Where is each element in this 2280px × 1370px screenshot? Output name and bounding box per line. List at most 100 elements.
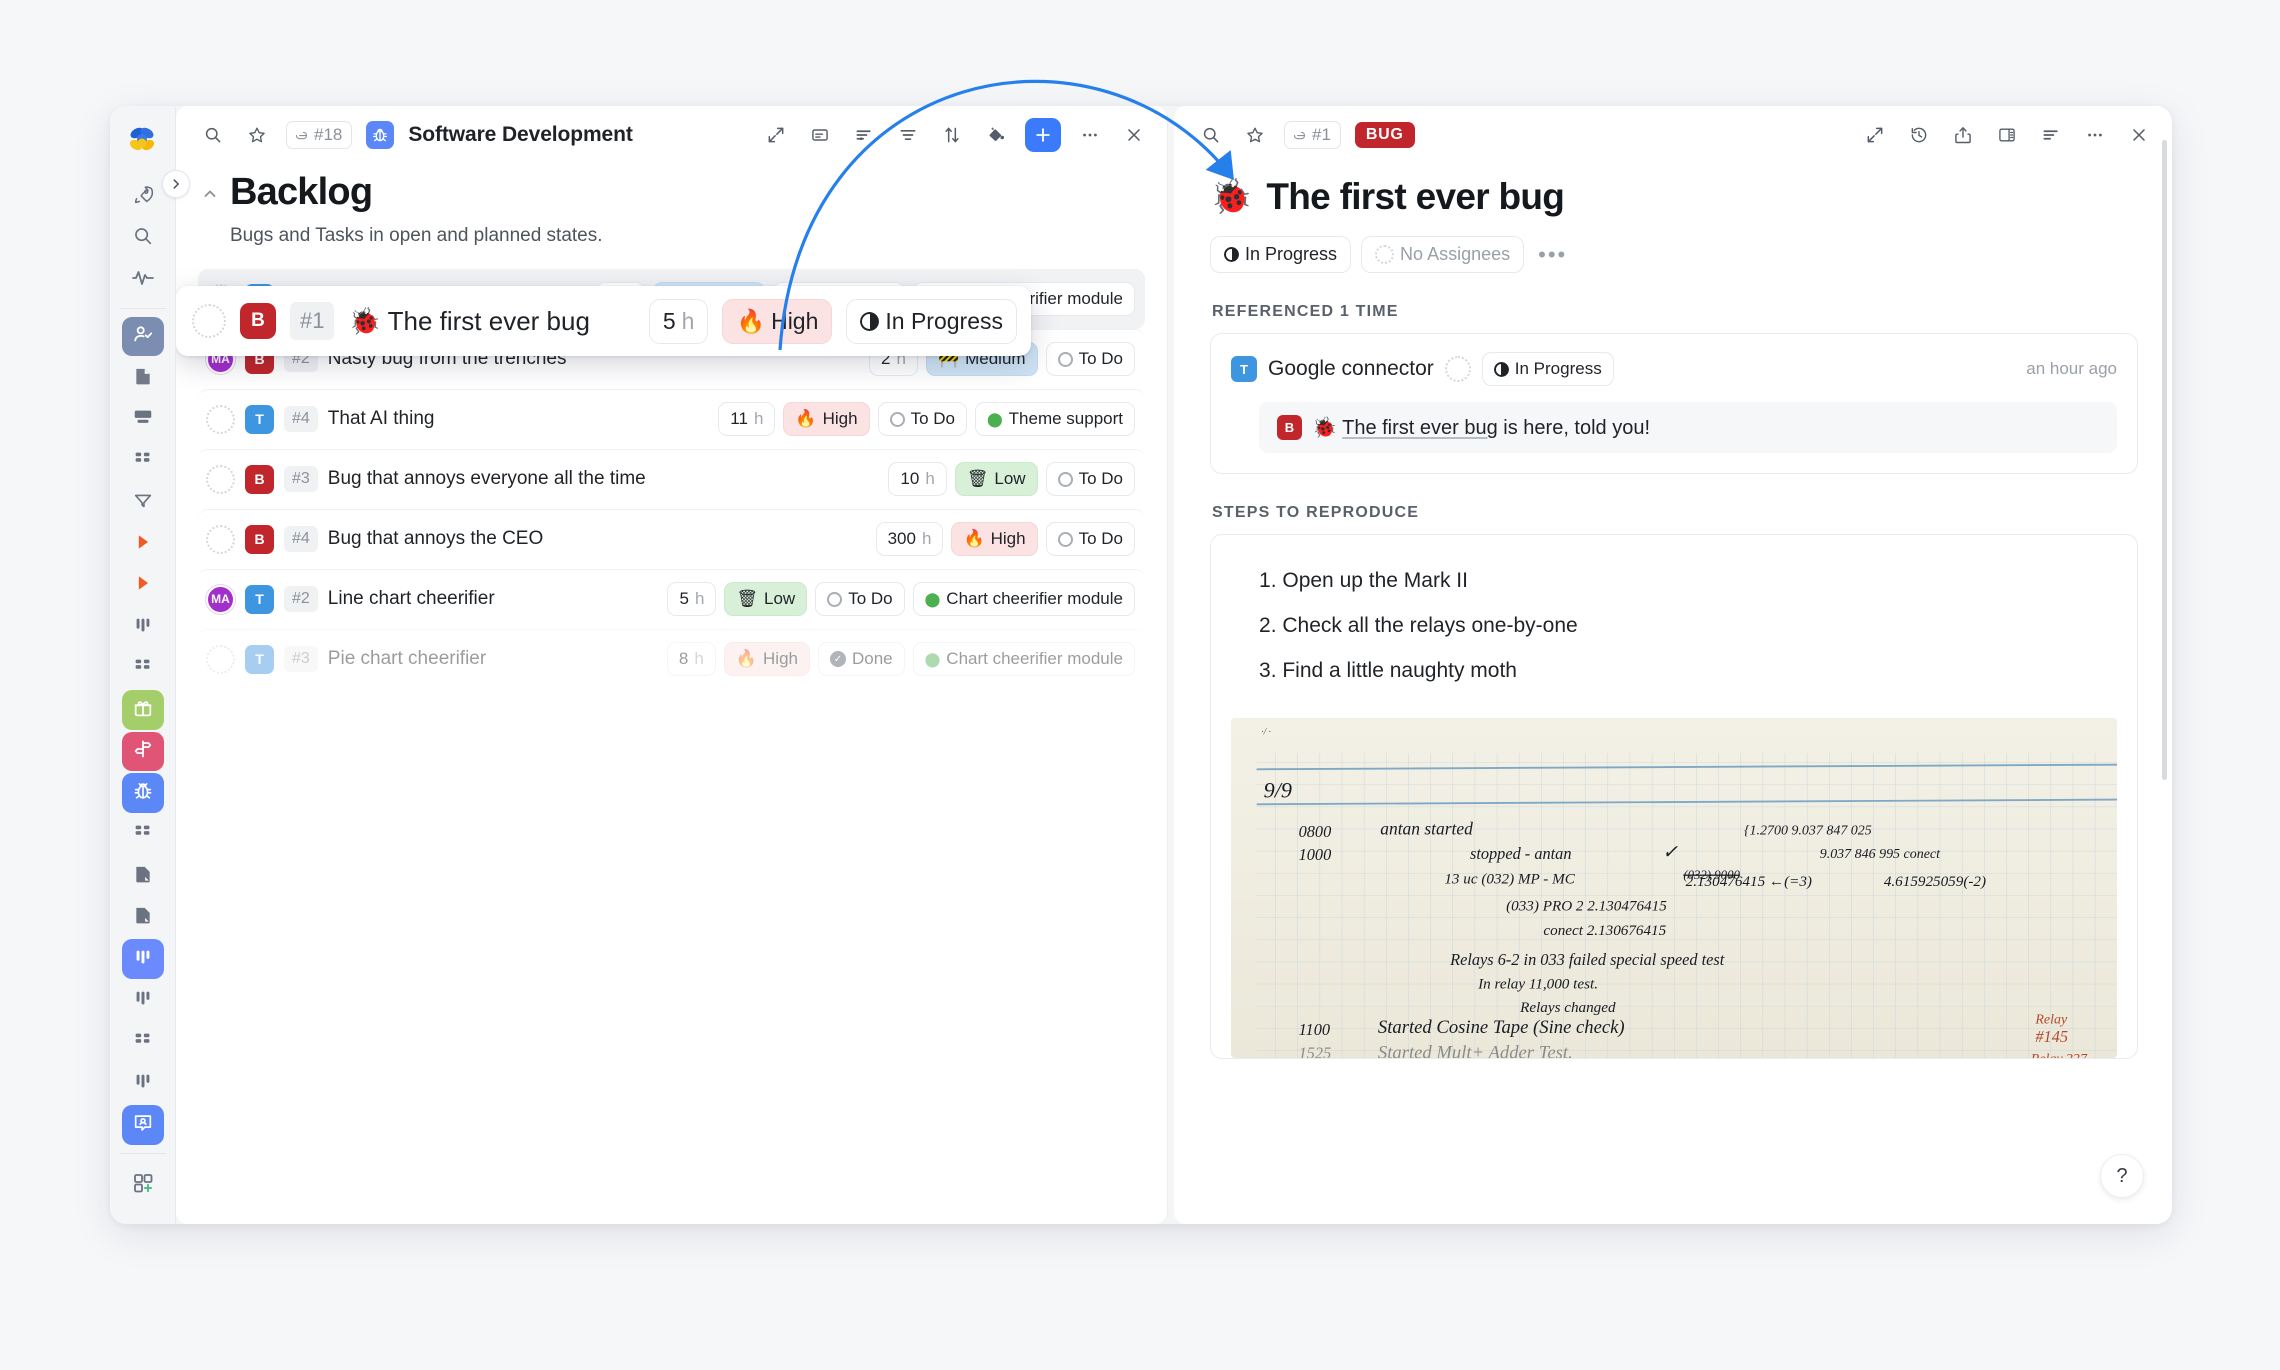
rail-item-rocket[interactable] [122,177,164,217]
project-bug-icon[interactable] [366,121,395,149]
rail-item-grid-3[interactable] [122,815,164,855]
priority-pill[interactable]: 🗑 Low [954,462,1038,497]
issue-title[interactable]: Bug that annoys everyone all the time [328,468,646,490]
rail-item-activity[interactable] [122,260,164,300]
description-icon[interactable] [805,120,835,150]
state-pill[interactable]: In Progress [1210,236,1352,273]
rail-item-gift[interactable] [121,690,164,730]
dragged-issue-card[interactable]: B #1 🐞 The first ever bug 5 h 🔥 High In … [176,286,1031,356]
rail-item-hr[interactable] [121,316,164,357]
expand-icon[interactable] [761,120,791,150]
expand-icon[interactable] [1860,120,1890,150]
issue-title[interactable]: Bug that annoys the CEO [328,528,543,550]
help-button[interactable]: ? [2100,1154,2144,1198]
close-icon[interactable] [2124,120,2154,150]
table-row[interactable]: B #4 Bug that annoys the CEO 300 h 🔥 High … [198,508,1145,569]
issue-title[interactable]: That AI thing [328,408,435,430]
chevron-up-icon[interactable] [202,170,218,206]
estimation-pill[interactable]: 300 h [875,522,944,557]
huly-logo[interactable] [121,120,165,161]
reference-name[interactable]: Google connector [1268,357,1434,381]
priority-pill[interactable]: 🔥 High [783,402,870,437]
rail-item-tracker[interactable] [121,773,164,813]
rail-item-columns-4[interactable] [122,1064,164,1104]
table-row[interactable]: MA T #2 Line chart cheerifier 5h 🗑 Low To… [198,568,1145,629]
avatar-empty[interactable] [206,524,235,554]
rail-item-inbox[interactable] [122,400,164,440]
state-pill[interactable]: To Do [1045,522,1135,557]
rail-item-columns-3[interactable] [122,981,164,1021]
search-icon[interactable] [198,120,228,150]
rail-item-grid-2[interactable] [122,649,164,689]
assignee-pill[interactable]: No Assignees [1361,236,1525,273]
more-icon[interactable]: ••• [1534,242,1571,268]
detail-scrollbar[interactable] [2162,140,2167,780]
more-icon[interactable] [1075,120,1105,150]
rail-item-contacts[interactable] [121,1105,164,1145]
component-pill[interactable]: ⬤ Chart cheerifier module [912,642,1135,677]
table-row[interactable]: B #3 Bug that annoys everyone all the ti… [198,448,1145,509]
issue-title[interactable]: Line chart cheerifier [328,588,495,610]
avatar[interactable]: MA [206,584,235,614]
reference-state-pill[interactable]: In Progress [1481,352,1614,386]
rail-item-doc-3[interactable] [122,898,164,938]
priority-pill[interactable]: 🔥 High [951,522,1038,557]
rail-item-search[interactable] [122,219,164,259]
more-icon[interactable] [2080,120,2110,150]
reference-quote[interactable]: B 🐞 The first ever bug is here, told you… [1259,402,2117,453]
table-row[interactable]: T #4 That AI thing 11 h 🔥 High To Do ⬤ Them… [198,388,1145,449]
avatar-empty[interactable] [1444,356,1471,382]
status-badge[interactable]: BUG [1354,122,1415,148]
rail-item-columns-selected[interactable] [121,939,164,979]
state-pill[interactable]: ✓ Done [817,642,905,677]
priority-pill[interactable]: 🔥 High [722,298,833,344]
avatar-empty[interactable] [206,404,235,434]
filter-icon[interactable] [893,120,923,150]
add-issue-button[interactable] [1025,118,1061,152]
rail-item-add-apps[interactable] [122,1164,164,1206]
estimation-pill[interactable]: 5h [667,582,717,617]
close-icon[interactable] [1119,120,1149,150]
reference-chip[interactable]: #18 [286,121,353,149]
grouping-icon[interactable] [849,120,879,150]
state-pill[interactable]: To Do [1045,342,1135,377]
estimation-pill[interactable]: 10 h [888,462,947,497]
star-icon[interactable] [242,120,272,150]
sidebar-icon[interactable] [1992,120,2022,150]
rail-item-grid-4[interactable] [122,1022,164,1062]
avatar-empty[interactable] [192,304,226,338]
state-pill[interactable]: In Progress [846,298,1017,344]
issue-title[interactable]: Pie chart cheerifier [328,648,486,670]
search-icon[interactable] [1196,120,1226,150]
table-row[interactable]: T #3 Pie chart cheerifier 8h 🔥 High ✓ Done… [198,628,1145,689]
avatar-empty[interactable] [206,644,235,674]
rail-item-doc-2[interactable] [122,856,164,896]
star-icon[interactable] [1240,120,1270,150]
rail-item-play-2[interactable] [122,566,164,606]
rail-item-grid[interactable] [122,441,164,481]
paint-icon[interactable] [981,120,1011,150]
component-pill[interactable]: ⬤ Theme support [974,402,1135,437]
estimation-pill[interactable]: 5 h [648,298,709,344]
reference-chip[interactable]: #1 [1284,121,1341,149]
avatar-empty[interactable] [206,464,235,494]
description-icon[interactable] [2036,120,2066,150]
chevron-right-icon[interactable] [162,170,190,198]
share-icon[interactable] [1948,120,1978,150]
estimation-pill[interactable]: 8h [666,642,716,677]
rail-item-documents[interactable] [122,358,164,398]
state-pill[interactable]: To Do [815,582,905,617]
state-pill[interactable]: To Do [1045,462,1135,497]
rail-item-funnel[interactable] [122,483,164,523]
priority-pill[interactable]: 🗑 Low [724,582,808,617]
first-computer-bug-logbook-photo[interactable]: ·/ · 9/9 0800 antan started 1000 stopped… [1231,718,2117,1058]
sort-icon[interactable] [937,120,967,150]
history-icon[interactable] [1904,120,1934,150]
quote-link[interactable]: The first ever bug [1342,417,1498,439]
rail-item-columns[interactable] [122,607,164,647]
component-pill[interactable]: ⬤ Chart cheerifier module [912,582,1135,617]
state-pill[interactable]: To Do [877,402,967,437]
estimation-pill[interactable]: 11 h [718,402,776,437]
rail-item-signpost[interactable] [121,731,164,772]
rail-item-play[interactable] [122,524,164,564]
